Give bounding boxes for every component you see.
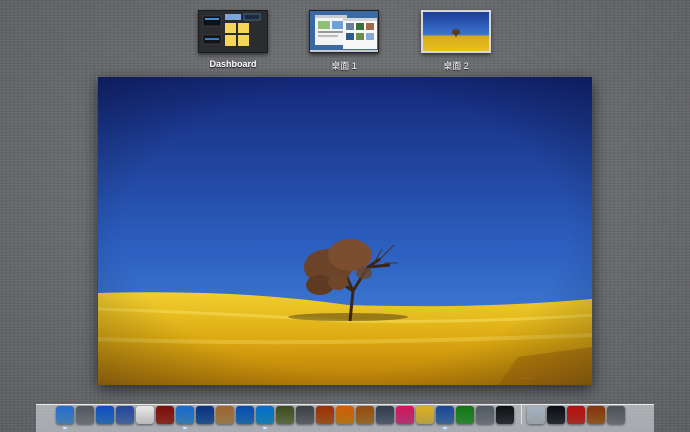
svg-text:····· ·········: ····· ········· xyxy=(518,376,533,380)
close-red-icon[interactable] xyxy=(567,406,585,424)
running-indicator xyxy=(63,427,67,429)
wallpaper-image: ····· ········· xyxy=(98,77,592,385)
dock xyxy=(56,402,627,429)
finder-icon[interactable] xyxy=(56,406,74,429)
printer-icon[interactable] xyxy=(527,406,545,424)
calendar-icon[interactable] xyxy=(136,406,154,424)
space-dashboard[interactable]: Dashboard xyxy=(198,10,268,69)
image-capture-icon[interactable] xyxy=(296,406,314,424)
app-store-icon[interactable] xyxy=(96,406,114,424)
skype-icon[interactable] xyxy=(256,406,274,429)
itunes-icon[interactable] xyxy=(236,406,254,424)
space-desktop-2[interactable]: 桌面 2 xyxy=(421,10,491,72)
media-player-icon[interactable] xyxy=(336,406,354,424)
running-indicator xyxy=(263,427,267,429)
mail-icon[interactable] xyxy=(196,406,214,424)
dashboard-thumbnail[interactable] xyxy=(198,10,268,53)
desktop-1-windows-preview xyxy=(310,11,378,52)
music-icon[interactable] xyxy=(396,406,414,424)
trash-icon[interactable] xyxy=(607,406,625,424)
space-desktop-1[interactable]: 桌面 1 xyxy=(309,10,379,72)
running-indicator xyxy=(443,427,447,429)
preview-icon[interactable] xyxy=(116,406,134,424)
iphone-icon[interactable] xyxy=(547,406,565,424)
evernote-icon[interactable] xyxy=(456,406,474,424)
mini-tree-icon xyxy=(452,29,460,37)
dashboard-widgets-icon xyxy=(202,13,261,46)
launchpad-icon[interactable] xyxy=(76,406,94,424)
guitar-icon[interactable] xyxy=(316,406,334,424)
package-icon[interactable] xyxy=(356,406,374,424)
space-label-desktop-1: 桌面 1 xyxy=(331,61,357,71)
stickies-icon[interactable] xyxy=(416,406,434,424)
space-label-dashboard: Dashboard xyxy=(209,59,257,69)
downloads-stack-icon[interactable] xyxy=(587,406,605,424)
desktop-preview[interactable]: ····· ········· xyxy=(98,77,592,385)
desktop-2-thumbnail[interactable] xyxy=(421,10,491,53)
spaces-bar: Dashboard 桌面 1 桌面 2 xyxy=(0,0,690,76)
xcode-icon[interactable] xyxy=(436,406,454,429)
dictionary-icon[interactable] xyxy=(156,406,174,424)
running-indicator xyxy=(183,427,187,429)
iphoto-icon[interactable] xyxy=(276,406,294,424)
dock-separator xyxy=(521,404,522,424)
notes-paper-icon[interactable] xyxy=(216,406,234,424)
terminal-icon[interactable] xyxy=(496,406,514,424)
safari-icon[interactable] xyxy=(176,406,194,429)
spaces-overview: { "spaces": [ {"label": "Dashboard", "ki… xyxy=(0,0,690,432)
screen-sharing-icon[interactable] xyxy=(476,406,494,424)
space-label-desktop-2: 桌面 2 xyxy=(443,61,469,71)
photo-viewer-icon[interactable] xyxy=(376,406,394,424)
desktop-1-thumbnail[interactable] xyxy=(309,10,379,53)
